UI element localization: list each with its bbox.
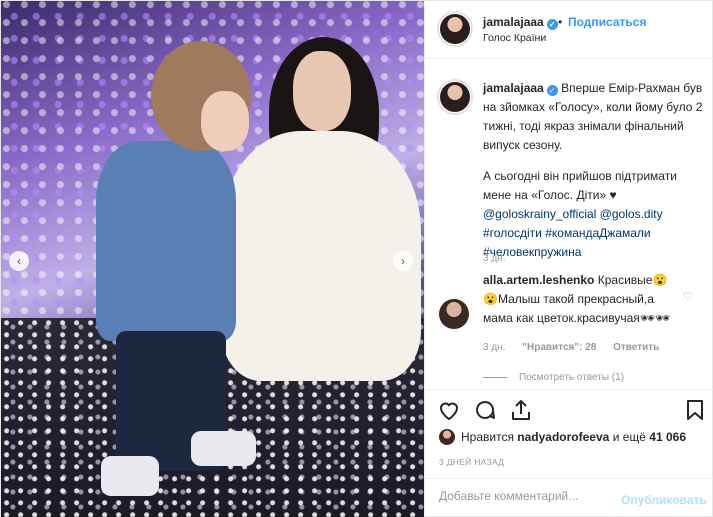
post-caption: jamalajaaa ✓ Вперше Емір-Рахман був на зй…	[483, 79, 705, 262]
liker-username[interactable]: nadyadorofeeva	[517, 430, 609, 444]
post-header: jamalajaaa ✓ • Подписаться Голос Країни	[425, 1, 713, 59]
like-comment-heart-icon[interactable]: ♡	[683, 290, 693, 303]
verified-badge-icon: ✓	[546, 19, 558, 30]
comment-input[interactable]	[439, 489, 609, 503]
add-comment-bar: Опубликовать	[425, 478, 713, 517]
view-replies-label: Посмотреть ответы (1)	[519, 372, 625, 383]
comment-likes-count[interactable]: "Нравится": 28	[522, 342, 596, 353]
mention-golos-dity[interactable]: @golos.dity	[600, 207, 663, 221]
commenter-avatar[interactable]	[439, 299, 469, 329]
post-time-ago: 3 ДНЕЙ НАЗАД	[439, 457, 505, 467]
follow-button[interactable]: Подписаться	[568, 15, 646, 29]
bookmark-icon[interactable]	[683, 398, 707, 422]
caption-text-2: А сьогодні він прийшов підтримати мене н…	[483, 169, 677, 202]
woman-dress	[221, 131, 421, 381]
caption-verified-badge-icon: ✓	[546, 85, 558, 96]
share-icon[interactable]	[509, 398, 533, 422]
caption-timestamp: 3 дн.	[483, 253, 506, 264]
mention-goloskrainy[interactable]: @goloskrainy_official	[483, 207, 596, 221]
likes-and: и ещё	[612, 430, 646, 444]
comment-meta: 3 дн. "Нравится": 28 Ответить	[483, 342, 673, 353]
child-face	[201, 91, 249, 151]
commenter-username[interactable]: alla.artem.leshenko	[483, 273, 594, 287]
woman-face	[293, 51, 351, 131]
next-photo-button[interactable]: ›	[393, 251, 413, 271]
child-shoe-left	[101, 456, 159, 496]
hashtag-komanda[interactable]: #командаДжамали	[545, 226, 650, 240]
view-replies-button[interactable]: Посмотреть ответы (1)	[483, 372, 624, 383]
reply-button[interactable]: Ответить	[613, 342, 659, 353]
action-bar	[425, 389, 713, 429]
instagram-post: ‹ › jamalajaaa ✓ • Подписаться Голос Краї…	[0, 0, 713, 517]
likes-prefix: Нравится	[461, 430, 514, 444]
heart-icon[interactable]	[437, 398, 461, 422]
location-link[interactable]: Голос Країни	[483, 32, 546, 44]
post-photo[interactable]: ‹ ›	[1, 1, 424, 517]
author-username-link[interactable]: jamalajaaa ✓	[483, 15, 558, 30]
caption-author-avatar[interactable]	[440, 82, 470, 112]
comment: alla.artem.leshenko Красивые😮😮Малыш тако…	[483, 271, 679, 328]
previous-photo-button[interactable]: ‹	[9, 251, 29, 271]
publish-button[interactable]: Опубликовать	[621, 493, 707, 507]
liker-avatar	[439, 429, 455, 445]
caption-username[interactable]: jamalajaaa	[483, 81, 544, 95]
child-shoe-right	[191, 431, 256, 466]
comment-timestamp: 3 дн.	[483, 342, 506, 353]
author-avatar[interactable]	[440, 14, 470, 44]
author-username: jamalajaaa	[483, 15, 544, 29]
hashtag-golosdity[interactable]: #голосдіти	[483, 226, 542, 240]
child-shirt	[96, 141, 236, 341]
post-side-panel: jamalajaaa ✓ • Подписаться Голос Країни j…	[424, 1, 713, 517]
comment-icon[interactable]	[473, 398, 497, 422]
likes-summary: Нравится nadyadorofeeva и ещё 41 066	[439, 429, 686, 445]
likes-count[interactable]: 41 066	[649, 430, 686, 444]
separator-dot: •	[558, 15, 563, 29]
replies-line	[483, 376, 507, 378]
